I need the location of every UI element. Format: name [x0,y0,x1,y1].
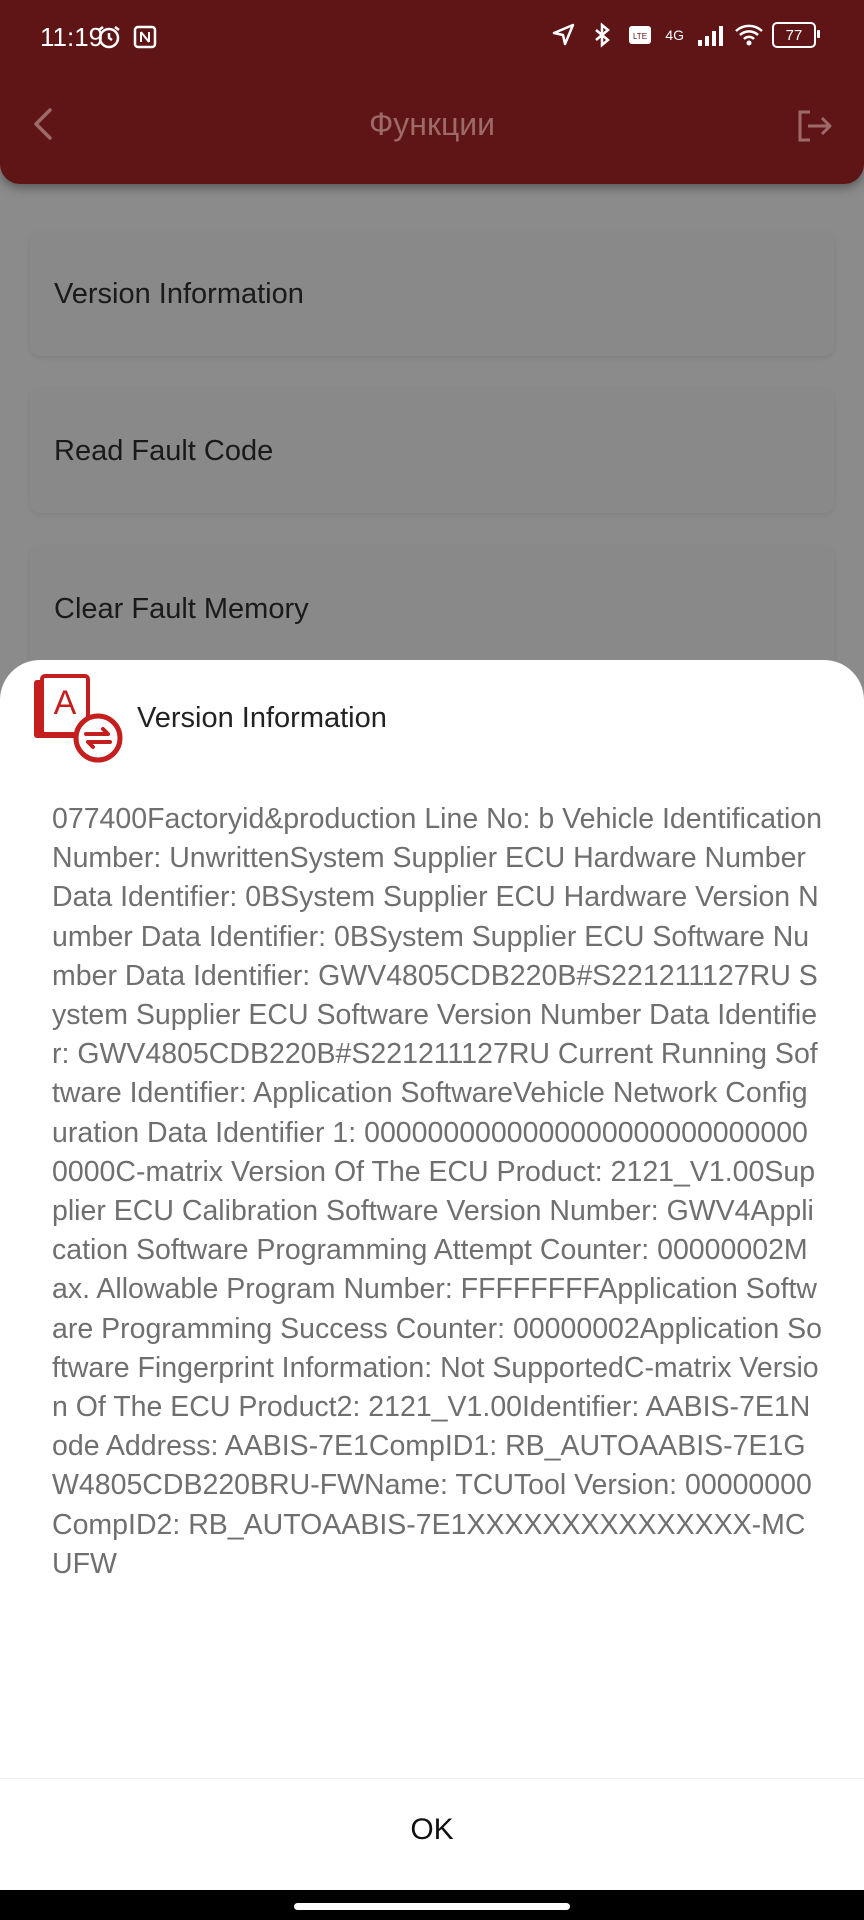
divider [0,1778,864,1779]
ecu-info-icon: A [32,674,124,766]
network-type: 4G [665,27,684,43]
menu-item-label: Read Fault Code [54,435,274,467]
signal-icon [696,22,723,48]
logout-icon [798,110,832,142]
svg-text:A: A [54,684,77,722]
bluetooth-icon [589,22,615,48]
page-title: Функции [368,106,496,142]
battery-icon: 77 [772,22,820,48]
version-info-dialog: A Version Information 077400Factoryid&pr… [0,660,864,1890]
menu-item-read-fault-code[interactable]: Read Fault Code [30,387,834,513]
wifi-icon [734,22,763,48]
logout-button[interactable] [794,106,834,146]
menu-item-label: Version Information [54,278,304,310]
app-header: 11:19 LTE 4G 77 Функции [0,0,864,184]
status-time: 11:19 [40,22,104,52]
menu-item-version-information[interactable]: Version Information [30,230,834,356]
location-icon [551,22,577,48]
volte-icon: LTE [627,22,653,48]
nfc-icon [132,24,158,50]
alarm-icon [96,24,122,50]
menu-item-label: Clear Fault Memory [54,593,309,625]
svg-text:LTE: LTE [633,32,647,41]
menu-item-clear-fault-memory[interactable]: Clear Fault Memory [30,545,834,671]
home-indicator[interactable] [294,1903,570,1910]
ok-button[interactable]: OK [0,1780,864,1880]
dialog-body-text: 077400Factoryid&production Line No: b Ve… [52,803,823,1580]
dialog-title: Version Information [137,702,387,734]
status-bar: 11:19 LTE 4G 77 [0,0,864,80]
